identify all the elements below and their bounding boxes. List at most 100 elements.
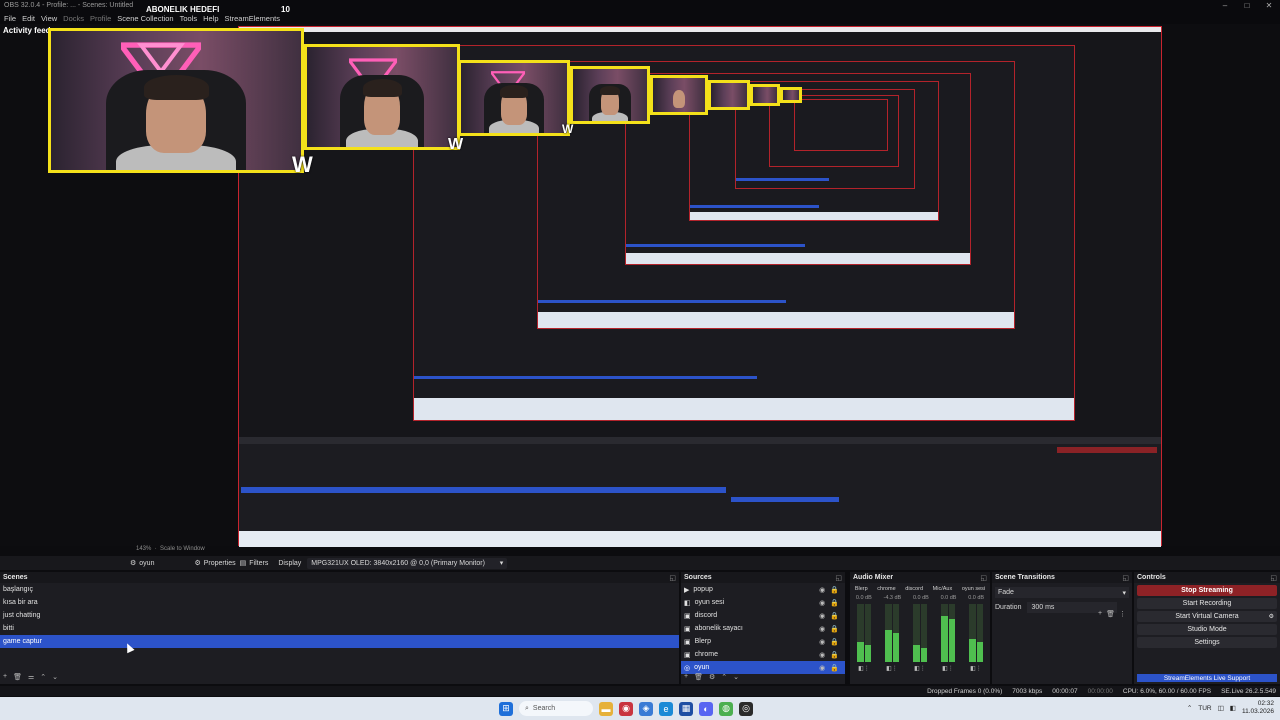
virtual-camera-label: Start Virtual Camera [1175, 613, 1239, 620]
start-virtual-camera-button[interactable]: Start Virtual Camera ⚙ [1137, 611, 1277, 622]
display-select[interactable]: MPG321UX OLED: 3840x2160 @ 0,0 (Primary … [307, 557, 508, 569]
source-item[interactable]: ▣ abonelik sayacı ◉ 🔒 [681, 622, 845, 635]
chrome-icon[interactable]: ◍ [719, 701, 733, 716]
maximize-button[interactable]: □ [1236, 0, 1258, 12]
trash-icon[interactable]: 🗑 [694, 673, 703, 681]
eye-icon[interactable]: ◉ [819, 599, 825, 607]
eye-icon[interactable]: ◉ [819, 664, 825, 672]
dock-options-icon[interactable]: ◱ [1122, 574, 1129, 582]
eye-icon[interactable]: ◉ [819, 651, 825, 659]
settings-button[interactable]: Settings [1137, 637, 1277, 648]
add-icon[interactable]: + [1098, 610, 1102, 618]
dock-options-icon[interactable]: ◱ [669, 574, 676, 582]
add-icon[interactable]: + [684, 673, 688, 681]
source-item[interactable]: ▣ chrome ◉ 🔒 [681, 648, 845, 661]
app-icon[interactable]: ◉ [619, 701, 633, 716]
menu-edit[interactable]: Edit [22, 14, 35, 23]
studio-mode-button[interactable]: Studio Mode [1137, 624, 1277, 635]
lock-icon[interactable]: 🔒 [830, 625, 839, 633]
source-item[interactable]: ▣ discord ◉ 🔒 [681, 609, 845, 622]
mute-icon[interactable]: ◧⋮ [914, 665, 926, 672]
scale-mode[interactable]: Scale to Window [160, 546, 205, 552]
volume-meter[interactable] [857, 604, 871, 662]
add-icon[interactable]: + [3, 673, 7, 681]
volume-icon[interactable]: ◧ [1230, 704, 1236, 712]
eye-icon[interactable]: ◉ [819, 625, 825, 633]
scene-item-selected[interactable]: game captur [0, 635, 679, 648]
dock-options-icon[interactable]: ◱ [1270, 574, 1277, 582]
lock-icon[interactable]: 🔒 [830, 612, 839, 620]
copilot-icon[interactable]: ◈ [639, 701, 653, 716]
lang-indicator[interactable]: TUR [1198, 705, 1211, 712]
menu-view[interactable]: View [41, 14, 57, 23]
mute-icon[interactable]: ◧⋮ [858, 665, 870, 672]
dock-options-icon[interactable]: ◱ [980, 574, 987, 582]
scenes-dock-header: Scenes ◱ [0, 572, 679, 583]
edge-icon[interactable]: e [659, 701, 673, 716]
dock-options-icon[interactable]: ◱ [835, 574, 842, 582]
discord-icon[interactable]: ◐ [699, 701, 713, 716]
scene-item[interactable]: kısa bir ara [0, 596, 679, 609]
lock-icon[interactable]: 🔒 [830, 651, 839, 659]
menu-docks[interactable]: Docks [63, 14, 84, 23]
source-label: discord [694, 612, 718, 619]
transition-select[interactable]: Fade ▾ [995, 587, 1129, 598]
file-explorer-icon[interactable]: ▬ [599, 701, 613, 716]
streamelements-support-button[interactable]: StreamElements Live Support [1137, 674, 1277, 682]
clock[interactable]: 02:32 11.03.2026 [1242, 700, 1274, 716]
source-item[interactable]: ▶ popup ◉ 🔒 [681, 583, 845, 596]
menu-profile[interactable]: Profile [90, 14, 111, 23]
scene-item[interactable]: başlangıç [0, 583, 679, 596]
volume-meter[interactable] [941, 604, 955, 662]
move-down-icon[interactable]: ⌄ [52, 673, 58, 681]
more-icon[interactable]: ⋮ [1119, 610, 1126, 618]
properties-label: Properties [203, 559, 236, 567]
menu-streamelements[interactable]: StreamElements [225, 14, 280, 23]
start-recording-button[interactable]: Start Recording [1137, 598, 1277, 609]
chevron-up-icon[interactable]: ⌃ [1187, 704, 1192, 712]
gear-icon[interactable]: ⚙ [709, 673, 715, 681]
eye-icon[interactable]: ◉ [819, 638, 825, 646]
scene-item[interactable]: just chatting [0, 609, 679, 622]
trash-icon[interactable]: 🗑 [13, 673, 22, 681]
eye-icon[interactable]: ◉ [819, 586, 825, 594]
volume-meter[interactable] [885, 604, 899, 662]
scene-item[interactable]: bitti [0, 622, 679, 635]
lock-icon[interactable]: 🔒 [830, 664, 839, 672]
windows-start-icon[interactable]: ⊞ [499, 701, 513, 716]
mute-icon[interactable]: ◧⋮ [942, 665, 954, 672]
minimize-button[interactable]: – [1214, 0, 1236, 12]
trash-icon[interactable]: 🗑 [1106, 610, 1115, 618]
stop-streaming-button[interactable]: Stop Streaming [1137, 585, 1277, 596]
source-item[interactable]: ◧ oyun sesi ◉ 🔒 [681, 596, 845, 609]
lock-icon[interactable]: 🔒 [830, 599, 839, 607]
source-item[interactable]: ▣ Blerp ◉ 🔒 [681, 635, 845, 648]
menu-scene-collection[interactable]: Scene Collection [117, 14, 173, 23]
eye-icon[interactable]: ◉ [819, 612, 825, 620]
obs-icon[interactable]: ◎ [739, 701, 753, 716]
gear-icon[interactable]: ⚙ [1269, 613, 1274, 620]
channel-name: discord [905, 586, 924, 592]
filter-icon[interactable]: ⚌ [28, 673, 34, 681]
move-up-icon[interactable]: ⌃ [721, 673, 727, 681]
store-icon[interactable]: ▦ [679, 701, 693, 716]
lock-icon[interactable]: 🔒 [830, 586, 839, 594]
transitions-title: Scene Transitions [995, 574, 1055, 581]
filters-button[interactable]: ▤ Filters [240, 559, 269, 568]
lock-icon[interactable]: 🔒 [830, 638, 839, 646]
menu-help[interactable]: Help [203, 14, 218, 23]
mute-icon[interactable]: ◧⋮ [886, 665, 898, 672]
network-icon[interactable]: ◫ [1218, 704, 1224, 712]
volume-meter[interactable] [913, 604, 927, 662]
volume-meter[interactable] [969, 604, 983, 662]
properties-button[interactable]: ⚙ Properties [194, 559, 236, 568]
taskbar-search[interactable]: ⌕ Search [519, 701, 593, 716]
mute-icon[interactable]: ◧⋮ [970, 665, 982, 672]
move-down-icon[interactable]: ⌄ [733, 673, 739, 681]
move-up-icon[interactable]: ⌃ [40, 673, 46, 681]
zoom-level[interactable]: 143% [136, 546, 151, 552]
menu-tools[interactable]: Tools [180, 14, 198, 23]
sources-footer: + 🗑 ⚙ ⌃ ⌄ [684, 673, 739, 681]
menu-file[interactable]: File [4, 14, 16, 23]
close-button[interactable]: ✕ [1258, 0, 1280, 12]
